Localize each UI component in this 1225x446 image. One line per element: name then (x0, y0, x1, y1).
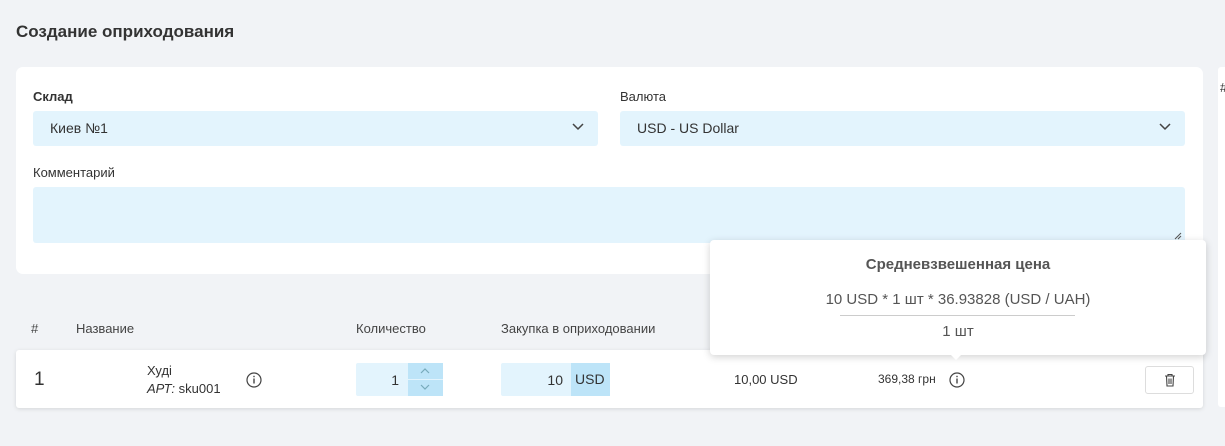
tooltip-title: Средневзвешенная цена (865, 256, 1051, 273)
purchase-currency: USD (571, 363, 610, 396)
purchase-price-value: 10 (547, 372, 563, 388)
sum-usd: 10,00 USD (734, 372, 798, 387)
warehouse-label: Склад (33, 89, 73, 104)
row-number: 1 (34, 369, 45, 390)
sku-value: sku001 (178, 381, 221, 396)
table-row: 1 Худі АРТ: sku001 1 10 USD 10,00 USD 36… (16, 350, 1203, 408)
warehouse-select[interactable]: Киев №1 (33, 111, 598, 146)
quantity-increment-button[interactable] (408, 363, 443, 379)
side-panel-mark: # (1220, 80, 1225, 95)
weighted-price-tooltip: Средневзвешенная цена 10 USD * 1 шт * 36… (710, 240, 1206, 360)
warehouse-value: Киев №1 (50, 120, 108, 136)
trash-icon (1165, 373, 1175, 387)
product-name: Худі (147, 363, 172, 378)
chevron-down-icon (420, 384, 430, 390)
chevron-down-icon (1159, 123, 1171, 131)
purchase-price-input[interactable]: 10 (501, 363, 571, 396)
column-header-purchase: Закупка в оприходовании (501, 321, 656, 336)
chevron-down-icon (572, 123, 584, 131)
tooltip-denominator: 1 шт (942, 323, 974, 340)
sku-prefix: АРТ: (147, 381, 176, 396)
tooltip-arrow (949, 353, 963, 360)
column-header-qty: Количество (356, 321, 426, 336)
quantity-value: 1 (391, 372, 399, 388)
quantity-decrement-button[interactable] (408, 380, 443, 396)
currency-label: Валюта (620, 89, 666, 104)
chevron-up-icon (420, 368, 430, 374)
currency-select[interactable]: USD - US Dollar (620, 111, 1185, 146)
resize-grip-icon[interactable] (1174, 232, 1182, 240)
quantity-stepper[interactable]: 1 (356, 363, 443, 396)
info-icon[interactable] (246, 372, 262, 388)
tooltip-formula: 10 USD * 1 шт * 36.93828 (USD / UAH) (825, 291, 1091, 308)
info-icon[interactable] (949, 372, 965, 388)
column-header-name: Название (76, 321, 135, 336)
column-header-num: # (31, 321, 39, 336)
page-title: Создание оприходования (16, 22, 235, 41)
delete-row-button[interactable] (1145, 366, 1194, 394)
product-sku: АРТ: sku001 (147, 381, 221, 396)
sum-uah: 369,38 грн (878, 372, 936, 386)
fraction-line (840, 315, 1075, 316)
comment-textarea[interactable] (33, 187, 1185, 243)
comment-label: Комментарий (33, 165, 115, 180)
side-panel-edge (1218, 67, 1225, 407)
currency-value: USD - US Dollar (637, 120, 739, 136)
